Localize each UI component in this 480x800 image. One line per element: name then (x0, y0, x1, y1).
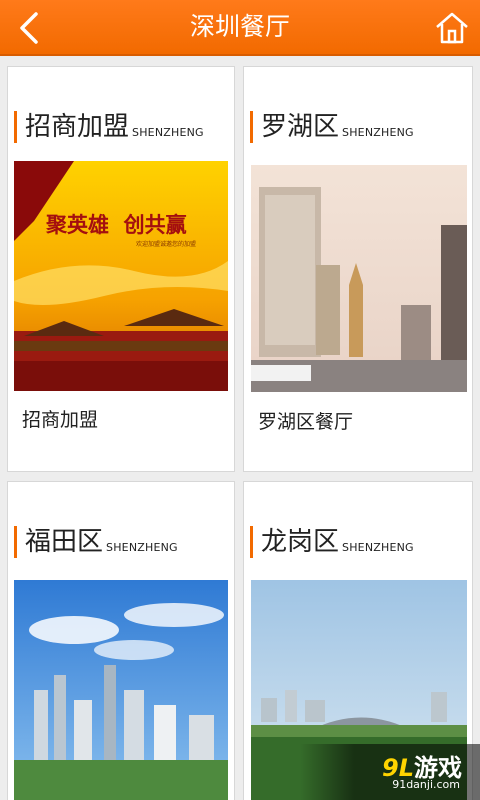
card-title: 罗湖区 SHENZHENG (250, 107, 414, 143)
card-caption: 招商加盟 (22, 409, 99, 431)
accent-bar (250, 111, 253, 143)
card-image (14, 580, 228, 800)
card-title: 招商加盟 SHENZHENG (14, 107, 204, 143)
watermark: 9L游戏 91danji.com (300, 744, 480, 800)
page-title: 深圳餐厅 (189, 12, 290, 41)
accent-bar (14, 111, 17, 143)
home-icon[interactable] (434, 10, 470, 46)
card-subtitle: SHENZHENG (342, 126, 414, 139)
app-header: 深圳餐厅 (0, 0, 480, 56)
accent-bar (14, 526, 17, 558)
card-subtitle: SHENZHENG (132, 126, 204, 139)
card-subtitle: SHENZHENG (342, 541, 414, 554)
watermark-site: 91danji.com (392, 778, 460, 791)
card-subtitle: SHENZHENG (106, 541, 178, 554)
card-image (251, 165, 467, 392)
accent-bar (250, 526, 253, 558)
card-recruit[interactable]: 招商加盟 SHENZHENG 聚英雄 创共赢 欢迎加盟诚邀您的加盟 招商加盟 (7, 66, 235, 472)
card-luohu[interactable]: 罗湖区 SHENZHENG 罗湖区餐厅 (243, 66, 473, 472)
card-name: 招商加盟 (25, 112, 130, 142)
card-futian[interactable]: 福田区 SHENZHENG (7, 481, 235, 800)
card-title: 龙岗区 SHENZHENG (250, 522, 414, 558)
poster-subtext: 欢迎加盟诚邀您的加盟 (136, 241, 197, 248)
poster-headline: 聚英雄 创共赢 (46, 212, 187, 237)
card-caption: 罗湖区餐厅 (258, 411, 354, 433)
card-name: 龙岗区 (261, 527, 340, 557)
card-image (14, 161, 228, 391)
card-title: 福田区 SHENZHENG (14, 522, 178, 558)
card-name: 罗湖区 (261, 112, 340, 142)
card-name: 福田区 (25, 527, 104, 557)
